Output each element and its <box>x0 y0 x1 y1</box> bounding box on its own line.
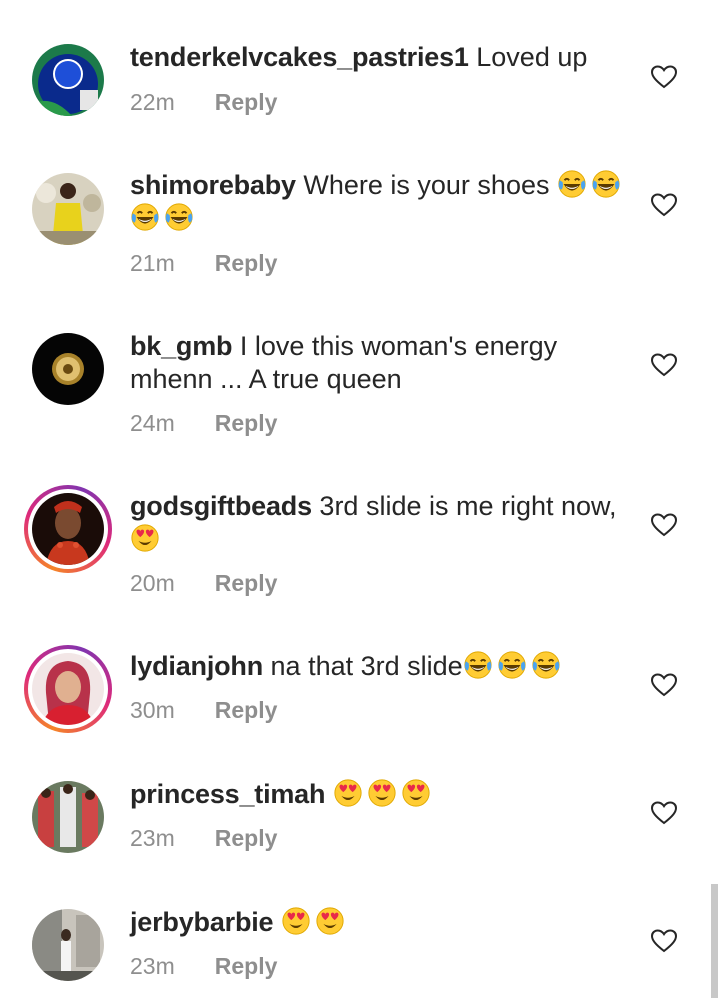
comment-username[interactable]: lydianjohn <box>130 651 263 681</box>
comment-time: 23m <box>130 953 175 979</box>
avatar[interactable] <box>32 909 104 981</box>
smiling-face-with-heart-eyes-emoji <box>333 778 363 808</box>
comment-username[interactable]: tenderkelvcakes_pastries1 <box>130 42 469 72</box>
face-with-tears-of-joy-emoji <box>463 650 493 680</box>
comment-text: princess_timah <box>130 778 630 811</box>
heart-outline-icon[interactable] <box>651 513 677 537</box>
comment-meta: 24m Reply <box>130 410 277 437</box>
avatar <box>32 493 104 565</box>
comment-username[interactable]: bk_gmb <box>130 331 233 361</box>
smiling-face-with-heart-eyes-emoji <box>130 523 160 553</box>
heart-outline-icon[interactable] <box>651 801 677 825</box>
comment-body: Loved up <box>476 42 588 72</box>
avatar[interactable] <box>32 781 104 853</box>
comment-text: godsgiftbeads 3rd slide is me right now, <box>130 490 630 556</box>
face-with-tears-of-joy-emoji <box>497 650 527 680</box>
reply-button[interactable]: Reply <box>215 410 278 436</box>
comment-username[interactable]: princess_timah <box>130 779 325 809</box>
heart-outline-icon[interactable] <box>651 353 677 377</box>
heart-outline-icon[interactable] <box>651 193 677 217</box>
reply-button[interactable]: Reply <box>215 89 278 115</box>
smiling-face-with-heart-eyes-emoji <box>315 906 345 936</box>
comment-body: na that 3rd slide <box>270 651 463 681</box>
comment-text: tenderkelvcakes_pastries1 Loved up <box>130 41 630 74</box>
comment-time: 23m <box>130 825 175 851</box>
reply-button[interactable]: Reply <box>215 570 278 596</box>
smiling-face-with-heart-eyes-emoji <box>281 906 311 936</box>
comment-meta: 30m Reply <box>130 697 277 724</box>
reply-button[interactable]: Reply <box>215 953 278 979</box>
comment-meta: 22m Reply <box>130 89 277 116</box>
avatar <box>32 653 104 725</box>
comment-meta: 21m Reply <box>130 250 277 277</box>
comment-text: jerbybarbie <box>130 906 630 939</box>
comment-username[interactable]: godsgiftbeads <box>130 491 312 521</box>
avatar[interactable] <box>32 333 104 405</box>
comment-meta: 23m Reply <box>130 953 277 980</box>
comment-username[interactable]: shimorebaby <box>130 170 296 200</box>
reply-button[interactable]: Reply <box>215 697 278 723</box>
avatar[interactable] <box>32 44 104 116</box>
face-with-tears-of-joy-emoji <box>130 202 160 232</box>
face-with-tears-of-joy-emoji <box>531 650 561 680</box>
smiling-face-with-heart-eyes-emoji <box>367 778 397 808</box>
story-ring[interactable] <box>24 645 112 733</box>
smiling-face-with-heart-eyes-emoji <box>401 778 431 808</box>
heart-outline-icon[interactable] <box>651 673 677 697</box>
heart-outline-icon[interactable] <box>651 65 677 89</box>
story-ring[interactable] <box>24 485 112 573</box>
face-with-tears-of-joy-emoji <box>557 169 587 199</box>
comment-body: Where is your shoes <box>303 170 550 200</box>
comment-username[interactable]: jerbybarbie <box>130 907 274 937</box>
comment-meta: 23m Reply <box>130 825 277 852</box>
face-with-tears-of-joy-emoji <box>164 202 194 232</box>
comment-meta: 20m Reply <box>130 570 277 597</box>
avatar[interactable] <box>32 173 104 245</box>
comment-text: bk_gmb I love this woman's energy mhenn … <box>130 330 630 396</box>
comment-text: shimorebaby Where is your shoes <box>130 169 630 235</box>
comment-text: lydianjohn na that 3rd slide <box>130 650 630 683</box>
heart-outline-icon[interactable] <box>651 929 677 953</box>
reply-button[interactable]: Reply <box>215 825 278 851</box>
comment-time: 21m <box>130 250 175 276</box>
comment-body: 3rd slide is me right now, <box>319 491 617 521</box>
comment-time: 22m <box>130 89 175 115</box>
comment-time: 30m <box>130 697 175 723</box>
scrollbar[interactable] <box>711 884 718 998</box>
comment-time: 24m <box>130 410 175 436</box>
face-with-tears-of-joy-emoji <box>591 169 621 199</box>
reply-button[interactable]: Reply <box>215 250 278 276</box>
comment-time: 20m <box>130 570 175 596</box>
